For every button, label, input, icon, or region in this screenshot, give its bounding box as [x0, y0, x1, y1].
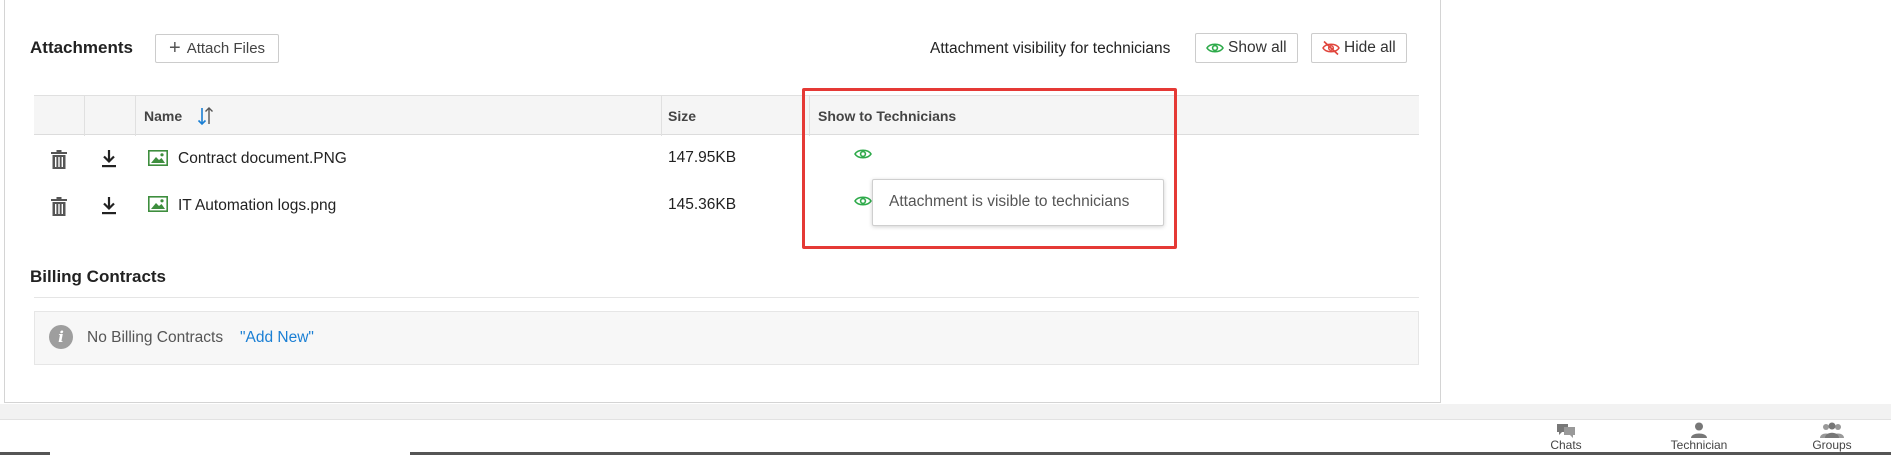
- nav-chats-label: Chats: [1550, 438, 1582, 452]
- divider: [34, 297, 1419, 298]
- eye-icon: [1206, 43, 1224, 53]
- trash-icon[interactable]: [51, 197, 67, 216]
- header-divider: [661, 96, 662, 136]
- nav-technician-label: Technician: [1670, 438, 1728, 452]
- image-file-icon: [148, 150, 168, 166]
- column-header-size[interactable]: Size: [668, 108, 696, 124]
- visibility-tooltip: Attachment is visible to technicians: [872, 179, 1164, 226]
- download-icon[interactable]: [101, 196, 117, 215]
- billing-contracts-title: Billing Contracts: [30, 267, 167, 286]
- attachment-visibility-label: Attachment visibility for technicians: [930, 40, 1171, 57]
- attach-files-button[interactable]: + Attach Files: [155, 34, 280, 63]
- show-all-label: Show all: [1228, 39, 1287, 56]
- billing-empty-state: i No Billing Contracts "Add New": [34, 311, 1419, 365]
- attach-files-label: Attach Files: [186, 40, 266, 57]
- table-header: Name Size Show to Technicians: [34, 95, 1419, 136]
- attachment-name[interactable]: IT Automation logs.png: [178, 197, 336, 215]
- attachment-size: 147.95KB: [668, 149, 737, 166]
- image-file-icon: [148, 196, 168, 212]
- attachments-title: Attachments: [30, 38, 133, 57]
- download-icon[interactable]: [101, 149, 117, 168]
- user-icon: [1691, 422, 1707, 438]
- add-new-link[interactable]: "Add New": [240, 329, 314, 347]
- show-all-button[interactable]: Show all: [1195, 33, 1298, 63]
- nav-technician[interactable]: Technician: [1659, 420, 1739, 452]
- no-billing-text: No Billing Contracts: [87, 329, 224, 346]
- header-divider: [135, 96, 136, 136]
- column-header-name[interactable]: Name: [144, 108, 182, 124]
- table-row: IT Automation logs.png 145.36KB: [34, 183, 1419, 229]
- header-divider: [84, 96, 85, 136]
- sort-icon[interactable]: [197, 106, 215, 126]
- group-icon: [1820, 422, 1844, 438]
- info-icon: i: [49, 325, 73, 349]
- page-background: [0, 404, 1891, 419]
- nav-chats[interactable]: Chats: [1526, 420, 1606, 452]
- plus-icon: +: [169, 36, 181, 59]
- nav-groups[interactable]: Groups: [1792, 420, 1872, 452]
- chat-icon: [1557, 424, 1575, 438]
- eye-off-icon: [1322, 40, 1340, 56]
- hide-all-label: Hide all: [1344, 39, 1396, 56]
- bottom-bar: [0, 419, 1891, 455]
- attachment-size: 145.36KB: [668, 196, 737, 213]
- nav-groups-label: Groups: [1812, 438, 1852, 452]
- table-row: Contract document.PNG 147.95KB: [34, 136, 1419, 182]
- app-frame: Attachments + Attach Files Attachment vi…: [0, 0, 1891, 455]
- attachment-name[interactable]: Contract document.PNG: [178, 150, 347, 168]
- hide-all-button[interactable]: Hide all: [1311, 33, 1407, 63]
- trash-icon[interactable]: [51, 150, 67, 169]
- request-details-panel: Attachments + Attach Files Attachment vi…: [4, 0, 1441, 403]
